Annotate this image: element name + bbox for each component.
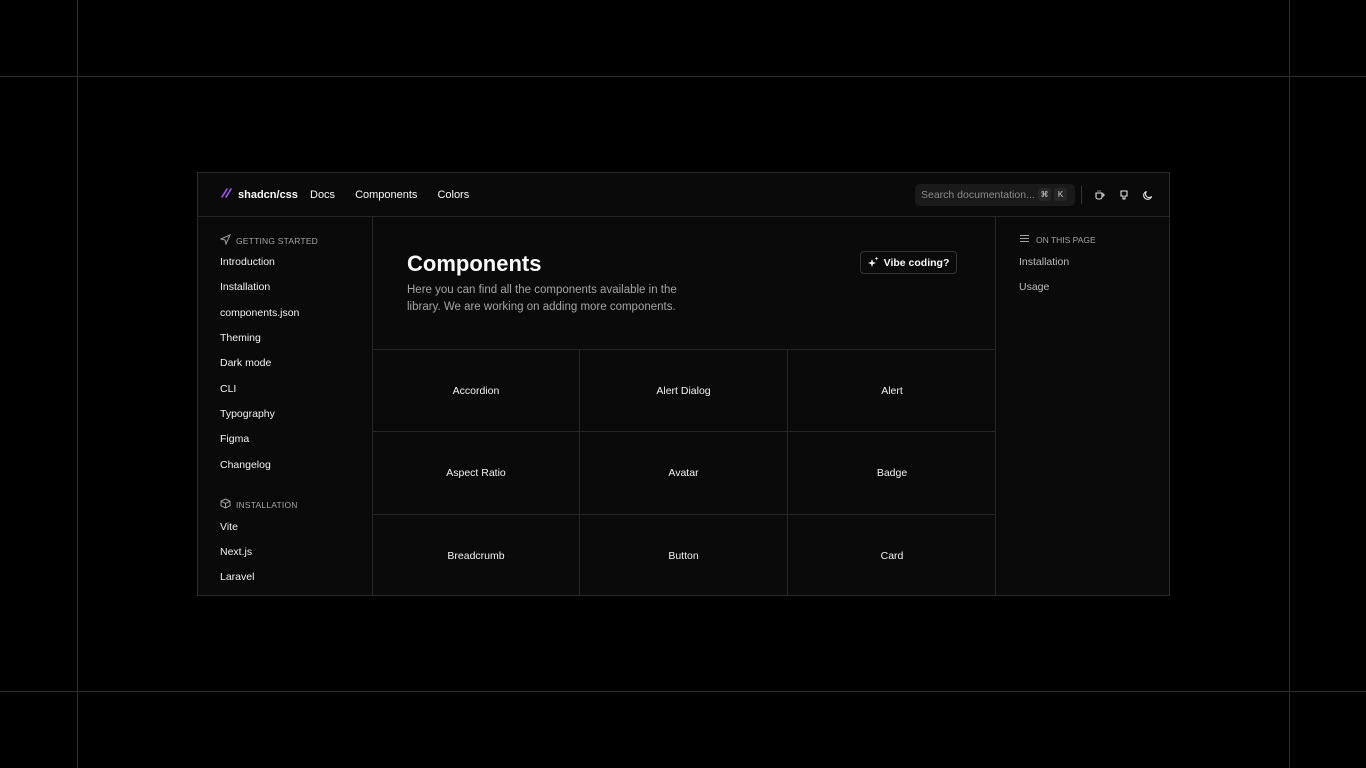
nav-colors[interactable]: Colors	[437, 189, 469, 201]
sidebar: GETTING STARTED Introduction Installatio…	[198, 217, 373, 595]
kbd-command: ⌘	[1038, 188, 1051, 201]
moon-icon[interactable]	[1140, 187, 1156, 203]
section-heading: INSTALLATION	[236, 499, 298, 510]
component-card-avatar[interactable]: Avatar	[580, 432, 788, 515]
component-card-alert[interactable]: Alert	[788, 350, 996, 432]
guide-line	[1289, 0, 1290, 768]
logo-icon	[220, 186, 232, 204]
toc-heading-label: ON THIS PAGE	[1036, 234, 1096, 245]
sidebar-item-components-json[interactable]: components.json	[220, 307, 299, 319]
toc-heading: ON THIS PAGE	[1019, 234, 1096, 245]
send-icon	[219, 234, 231, 247]
components-grid: Accordion Alert Dialog Alert Aspect Rati…	[373, 349, 996, 595]
brand-link[interactable]: shadcn/css	[220, 173, 298, 217]
sidebar-item-vite[interactable]: Vite	[220, 521, 238, 533]
vibe-coding-label: Vibe coding?	[883, 256, 950, 269]
sidebar-item-nextjs[interactable]: Next.js	[220, 546, 252, 558]
table-of-contents: ON THIS PAGE Installation Usage	[996, 217, 1169, 595]
package-icon	[220, 498, 231, 511]
section-getting-started: GETTING STARTED	[219, 234, 319, 247]
nav-components[interactable]: Components	[355, 189, 417, 201]
page-description: Here you can find all the components ava…	[407, 284, 677, 313]
sidebar-item-dark-mode[interactable]: Dark mode	[220, 357, 271, 369]
sparkles-icon	[867, 256, 879, 270]
app-window: shadcn/css Docs Components Colors Search…	[197, 172, 1170, 596]
header-divider	[1081, 186, 1082, 204]
guide-line	[0, 691, 1366, 692]
github-icon[interactable]	[1116, 187, 1132, 203]
guide-line	[0, 76, 1366, 77]
coffee-icon[interactable]	[1092, 187, 1108, 203]
sidebar-item-installation[interactable]: Installation	[220, 281, 270, 293]
menu-icon	[1019, 234, 1030, 245]
component-card-button[interactable]: Button	[580, 515, 788, 595]
component-card-accordion[interactable]: Accordion	[373, 350, 580, 432]
sidebar-item-theming[interactable]: Theming	[220, 332, 261, 344]
search-input[interactable]: Search documentation... ⌘ K	[915, 184, 1075, 206]
page-title: Components	[407, 251, 542, 276]
sidebar-item-changelog[interactable]: Changelog	[220, 459, 271, 471]
sidebar-item-cli[interactable]: CLI	[220, 383, 236, 395]
brand-name: shadcn/css	[238, 189, 298, 201]
sidebar-item-figma[interactable]: Figma	[220, 433, 249, 445]
top-header: shadcn/css Docs Components Colors Search…	[198, 173, 1169, 217]
main-content: Components Here you can find all the com…	[373, 217, 996, 595]
sidebar-item-typography[interactable]: Typography	[220, 408, 275, 420]
component-card-card[interactable]: Card	[788, 515, 996, 595]
main-nav: Docs Components Colors	[310, 173, 469, 217]
toc-item-usage[interactable]: Usage	[1019, 281, 1049, 293]
nav-docs[interactable]: Docs	[310, 189, 335, 201]
section-heading: GETTING STARTED	[236, 235, 319, 246]
component-card-aspect-ratio[interactable]: Aspect Ratio	[373, 432, 580, 515]
search-placeholder: Search documentation...	[921, 189, 1035, 201]
toc-item-installation[interactable]: Installation	[1019, 256, 1069, 268]
component-card-breadcrumb[interactable]: Breadcrumb	[373, 515, 580, 595]
section-installation: INSTALLATION	[220, 498, 298, 511]
sidebar-item-introduction[interactable]: Introduction	[220, 256, 275, 268]
sidebar-item-laravel[interactable]: Laravel	[220, 571, 254, 583]
kbd-k: K	[1054, 188, 1067, 201]
vibe-coding-button[interactable]: Vibe coding?	[860, 251, 957, 274]
component-card-badge[interactable]: Badge	[788, 432, 996, 515]
component-card-alert-dialog[interactable]: Alert Dialog	[580, 350, 788, 432]
guide-line	[77, 0, 78, 768]
